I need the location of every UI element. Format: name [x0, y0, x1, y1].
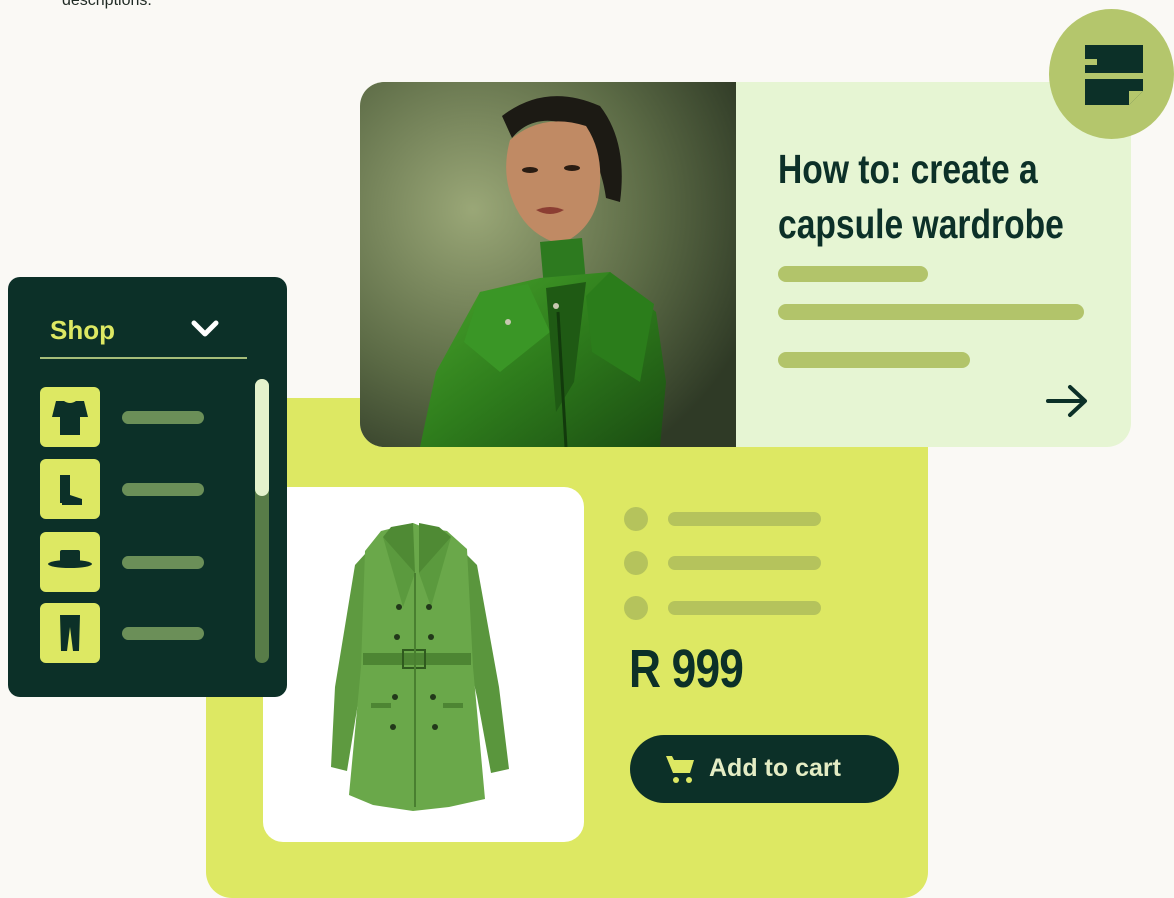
arrow-right-icon[interactable]	[1044, 382, 1092, 420]
trench-coat-icon	[331, 523, 509, 811]
item-label-placeholder	[122, 556, 204, 569]
article-text-placeholder	[778, 352, 970, 368]
sidebar-item-hats[interactable]	[40, 532, 210, 592]
sidebar-item-tops[interactable]	[40, 387, 210, 447]
item-tile	[40, 603, 100, 663]
sidebar-item-shoes[interactable]	[40, 459, 210, 519]
add-to-cart-label: Add to cart	[709, 754, 841, 782]
scrollbar-thumb[interactable]	[255, 379, 269, 496]
chevron-down-icon[interactable]	[190, 317, 220, 341]
shop-sidebar: Shop	[8, 277, 287, 697]
divider	[40, 357, 247, 359]
document-lines-icon	[1085, 45, 1143, 105]
article-text-placeholder	[778, 266, 928, 282]
item-label-placeholder	[122, 627, 204, 640]
boot-icon	[60, 475, 82, 505]
article-card[interactable]: How to: create a capsule wardrobe	[360, 82, 1131, 447]
shop-dropdown-label[interactable]: Shop	[50, 315, 115, 346]
feature-bullet	[624, 507, 648, 531]
feature-row	[624, 551, 824, 575]
feature-bullet	[624, 596, 648, 620]
item-label-placeholder	[122, 483, 204, 496]
article-text-placeholder	[778, 304, 1084, 320]
product-price: R 999	[629, 639, 744, 699]
scrollbar[interactable]	[255, 379, 269, 663]
add-to-cart-button[interactable]: Add to cart	[630, 735, 899, 803]
sidebar-item-trousers[interactable]	[40, 603, 210, 663]
feature-row	[624, 596, 824, 620]
trousers-icon	[60, 615, 80, 651]
feature-text-placeholder	[668, 601, 821, 615]
article-title-line: capsule wardrobe	[778, 201, 1064, 247]
article-title-line: How to: create a	[778, 146, 1038, 192]
article-photo	[360, 82, 736, 447]
feature-bullet	[624, 551, 648, 575]
hat-icon	[48, 550, 92, 568]
intro-text-fragment: descriptions.	[62, 0, 152, 9]
feature-row	[624, 507, 824, 531]
item-tile	[40, 387, 100, 447]
article-badge	[1049, 9, 1174, 139]
item-tile	[40, 459, 100, 519]
product-card: R 999 Add to cart	[206, 398, 928, 898]
feature-text-placeholder	[668, 512, 821, 526]
feature-text-placeholder	[668, 556, 821, 570]
article-title: How to: create a capsule wardrobe	[778, 142, 1064, 252]
shopping-cart-icon	[666, 756, 694, 783]
item-tile	[40, 532, 100, 592]
tshirt-icon	[52, 401, 88, 435]
item-label-placeholder	[122, 411, 204, 424]
product-image[interactable]	[263, 487, 584, 842]
